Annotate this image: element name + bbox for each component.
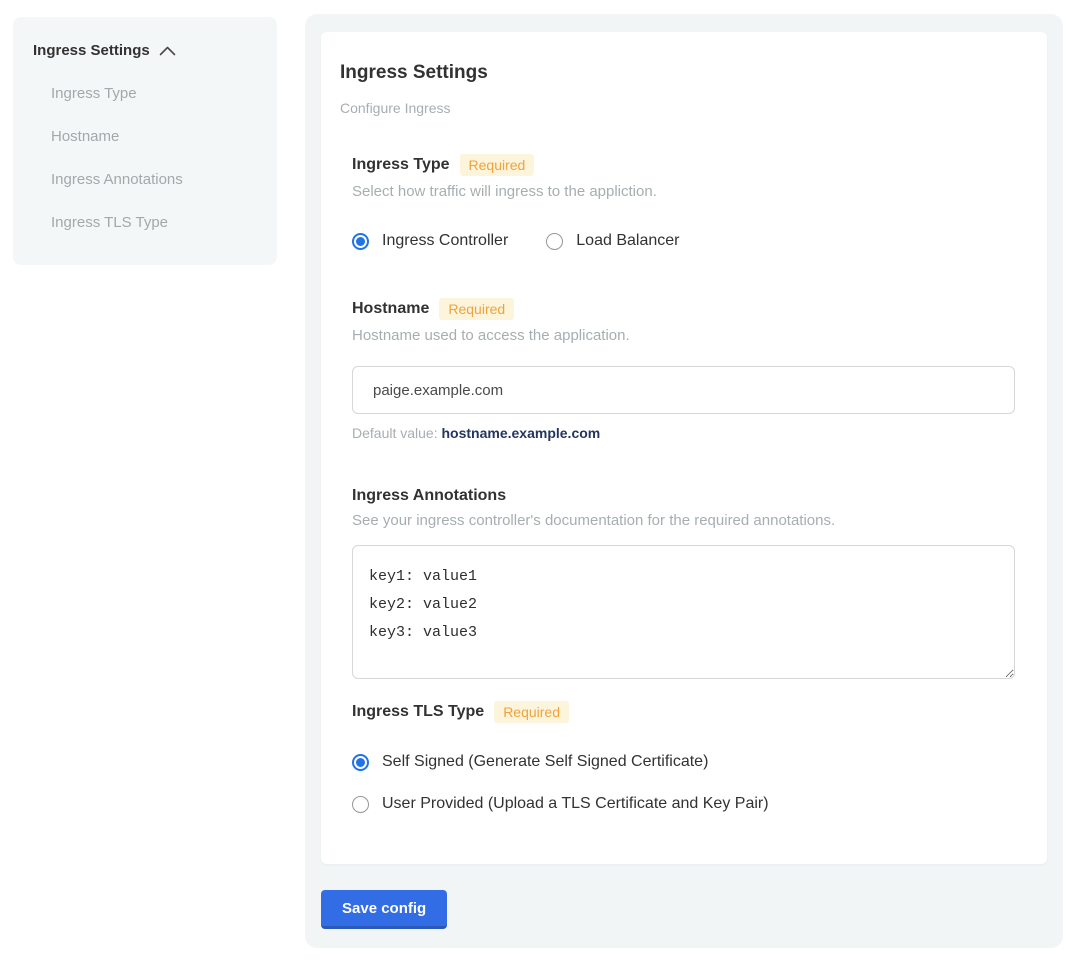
radio-ingress-controller[interactable]: Ingress Controller xyxy=(352,232,508,250)
required-badge: Required xyxy=(460,154,535,176)
radio-icon xyxy=(546,233,563,250)
sidebar-group-label: Ingress Settings xyxy=(33,42,150,59)
sidebar-item-ingress-annotations[interactable]: Ingress Annotations xyxy=(51,171,257,188)
save-config-button[interactable]: Save config xyxy=(321,890,447,929)
annotations-label: Ingress Annotations xyxy=(352,487,506,505)
default-value-link[interactable]: hostname.example.com xyxy=(442,425,601,441)
sidebar-item-ingress-type[interactable]: Ingress Type xyxy=(51,85,257,102)
config-panel: Ingress Settings Configure Ingress Ingre… xyxy=(305,14,1063,948)
hostname-label-row: Hostname Required xyxy=(352,298,1015,320)
chevron-up-icon xyxy=(159,46,176,56)
hostname-input[interactable] xyxy=(352,366,1015,414)
ingress-type-label-row: Ingress Type Required xyxy=(352,154,1015,176)
ingress-type-label: Ingress Type xyxy=(352,156,450,174)
annotations-textarea[interactable]: key1: value1 key2: value2 key3: value3 xyxy=(352,545,1015,679)
radio-label: Load Balancer xyxy=(576,232,679,250)
form-sections: Ingress Type Required Select how traffic… xyxy=(352,154,1015,813)
sidebar-item-ingress-tls-type[interactable]: Ingress TLS Type xyxy=(51,214,257,231)
radio-icon xyxy=(352,233,369,250)
ingress-settings-card: Ingress Settings Configure Ingress Ingre… xyxy=(321,32,1047,864)
ingress-type-help: Select how traffic will ingress to the a… xyxy=(352,183,1015,200)
radio-label: User Provided (Upload a TLS Certificate … xyxy=(382,795,769,813)
settings-sidebar: Ingress Settings Ingress Type Hostname I… xyxy=(13,17,277,265)
section-hostname: Hostname Required Hostname used to acces… xyxy=(352,298,1015,441)
annotations-label-row: Ingress Annotations xyxy=(352,487,1015,505)
radio-icon xyxy=(352,754,369,771)
section-ingress-annotations: Ingress Annotations See your ingress con… xyxy=(352,487,1015,679)
hostname-default-line: Default value: hostname.example.com xyxy=(352,425,1015,441)
radio-user-provided[interactable]: User Provided (Upload a TLS Certificate … xyxy=(352,795,1015,813)
tls-radio-group: Self Signed (Generate Self Signed Certif… xyxy=(352,753,1015,813)
tls-label: Ingress TLS Type xyxy=(352,703,484,721)
section-ingress-type: Ingress Type Required Select how traffic… xyxy=(352,154,1015,250)
page-title: Ingress Settings xyxy=(340,62,1015,84)
required-badge: Required xyxy=(494,701,569,723)
default-value-prefix: Default value: xyxy=(352,425,442,441)
sidebar-group-ingress-settings[interactable]: Ingress Settings xyxy=(33,42,257,59)
radio-load-balancer[interactable]: Load Balancer xyxy=(546,232,679,250)
radio-icon xyxy=(352,796,369,813)
radio-label: Ingress Controller xyxy=(382,232,508,250)
radio-label: Self Signed (Generate Self Signed Certif… xyxy=(382,753,708,771)
required-badge: Required xyxy=(439,298,514,320)
radio-self-signed[interactable]: Self Signed (Generate Self Signed Certif… xyxy=(352,753,1015,771)
tls-label-row: Ingress TLS Type Required xyxy=(352,701,1015,723)
page-subtitle: Configure Ingress xyxy=(340,100,1015,116)
sidebar-item-hostname[interactable]: Hostname xyxy=(51,128,257,145)
section-ingress-tls-type: Ingress TLS Type Required Self Signed (G… xyxy=(352,701,1015,813)
ingress-type-radio-group: Ingress Controller Load Balancer xyxy=(352,232,1015,250)
annotations-help: See your ingress controller's documentat… xyxy=(352,512,1015,529)
hostname-label: Hostname xyxy=(352,300,429,318)
hostname-help: Hostname used to access the application. xyxy=(352,327,1015,344)
